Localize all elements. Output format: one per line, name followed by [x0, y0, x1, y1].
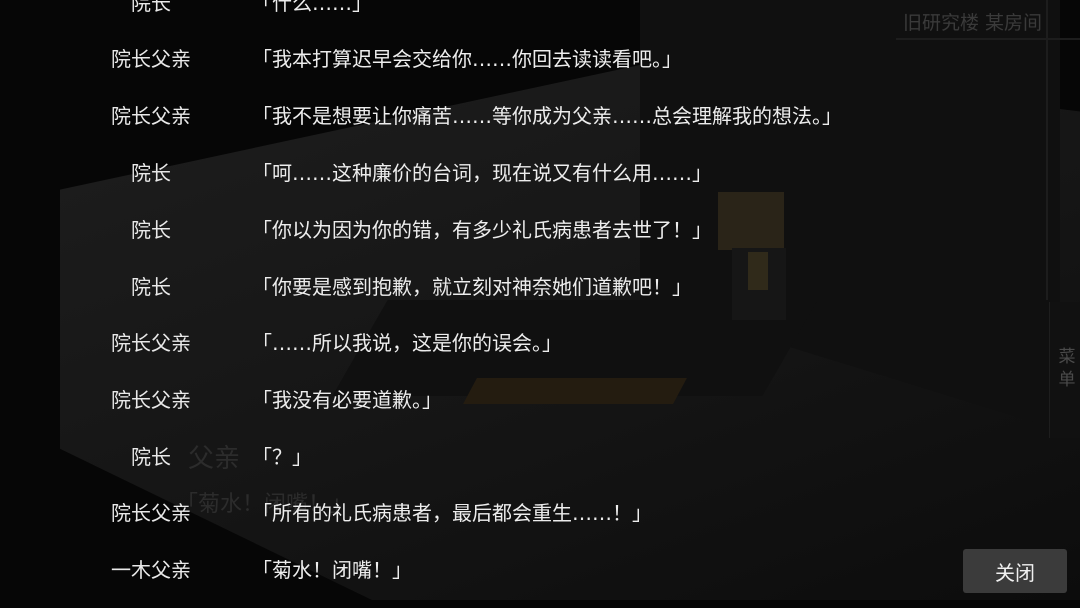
backlog-entry: 院长父亲 「……所以我说，这是你的误会。」	[0, 323, 960, 363]
speaker-name: 院长	[131, 218, 171, 242]
dialogue-text: 「所有的礼氏病患者，最后都会重生……！」	[252, 501, 652, 525]
speaker-name: 院长	[131, 0, 171, 15]
backlog-entry: 院长父亲 「所有的礼氏病患者，最后都会重生……！」	[0, 493, 960, 533]
speaker-name: 一木父亲	[111, 558, 191, 582]
speaker-name: 院长	[131, 445, 171, 469]
speaker-name: 院长父亲	[111, 388, 191, 412]
dialogue-text: 「菊水！闭嘴！」	[252, 558, 412, 582]
menu-tab[interactable]: 菜单	[1049, 302, 1080, 438]
backlog-entry: 院长父亲 「我本打算迟早会交给你……你回去读读看吧。」	[0, 39, 960, 79]
backlog-entry: 院长父亲 「我不是想要让你痛苦……等你成为父亲……总会理解我的想法。」	[0, 96, 960, 136]
speaker-name: 院长父亲	[111, 47, 191, 71]
backlog-entry: 院长 「你以为因为你的错，有多少礼氏病患者去世了！」	[0, 210, 960, 250]
speaker-name: 院长	[131, 161, 171, 185]
backlog-entry: 院长 「呵……这种廉价的台词，现在说又有什么用……」	[0, 153, 960, 193]
frame-line	[1046, 0, 1048, 300]
speaker-name: 院长父亲	[111, 331, 191, 355]
speaker-name: 院长父亲	[111, 501, 191, 525]
backlog-entry: 院长 「什么……」	[0, 0, 960, 23]
backlog-entry: 院长父亲 「我没有必要道歉。」	[0, 380, 960, 420]
backlog-list[interactable]: 院长 「什么……」 院长父亲 「我本打算迟早会交给你……你回去读读看吧。」 院长…	[0, 0, 960, 608]
dialogue-text: 「我本打算迟早会交给你……你回去读读看吧。」	[252, 47, 682, 71]
close-button[interactable]: 关闭	[963, 549, 1067, 593]
backlog-entry: 院长 「你要是感到抱歉，就立刻对神奈她们道歉吧！」	[0, 267, 960, 307]
backlog-entry: 院长 「？」	[0, 437, 960, 477]
dialogue-text: 「？」	[252, 445, 312, 469]
backlog-entry: 一木父亲 「菊水！闭嘴！」	[0, 550, 960, 590]
speaker-name: 院长父亲	[111, 104, 191, 128]
dialogue-text: 「你要是感到抱歉，就立刻对神奈她们道歉吧！」	[252, 275, 692, 299]
dialogue-text: 「我没有必要道歉。」	[252, 388, 442, 412]
dialogue-text: 「呵……这种廉价的台词，现在说又有什么用……」	[252, 161, 712, 185]
menu-tab-label: 菜单	[1054, 347, 1075, 393]
dialogue-text: 「什么……」	[252, 0, 372, 15]
dialogue-text: 「你以为因为你的错，有多少礼氏病患者去世了！」	[252, 218, 712, 242]
speaker-name: 院长	[131, 275, 171, 299]
dialogue-text: 「我不是想要让你痛苦……等你成为父亲……总会理解我的想法。」	[252, 104, 842, 128]
dialogue-text: 「……所以我说，这是你的误会。」	[252, 331, 562, 355]
